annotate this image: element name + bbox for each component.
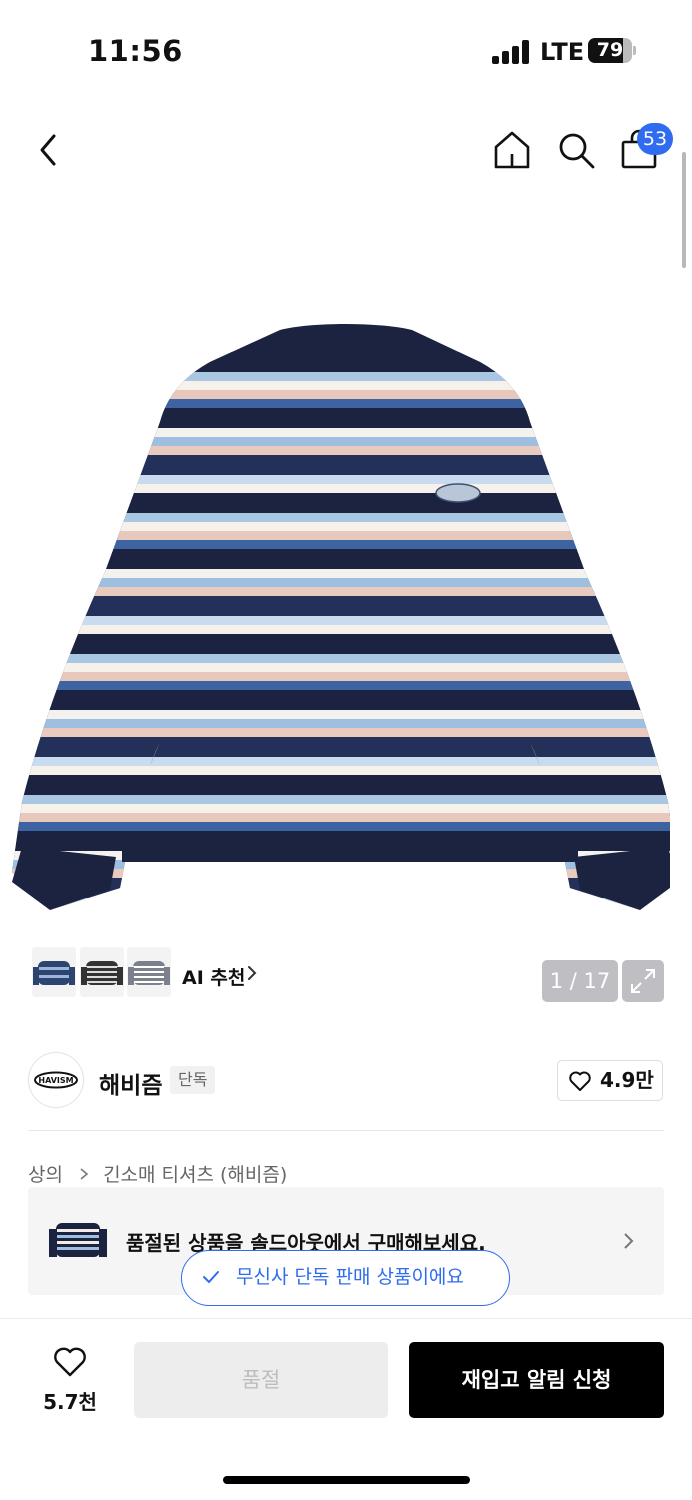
sweater-stripe bbox=[12, 549, 670, 569]
sweater-stripe bbox=[12, 813, 670, 822]
sweater-stripe bbox=[12, 690, 670, 710]
sweater-stripe bbox=[12, 795, 670, 804]
logo-patch bbox=[435, 483, 481, 503]
chevron-right-icon bbox=[248, 966, 257, 980]
sweater-stripe bbox=[12, 587, 670, 596]
sweater-stripe bbox=[12, 907, 670, 910]
breadcrumb-item[interactable]: 긴소매 티셔츠 (해비즘) bbox=[103, 1164, 287, 1186]
back-button[interactable] bbox=[30, 128, 70, 172]
sweater-stripe bbox=[12, 681, 670, 690]
sweater-stripe bbox=[12, 540, 670, 549]
sweater-stripe bbox=[12, 625, 670, 634]
home-icon bbox=[494, 131, 530, 169]
heart-icon bbox=[569, 1071, 591, 1091]
sweater-stripe bbox=[12, 428, 670, 437]
battery-icon: 79 bbox=[588, 38, 632, 63]
sweater-stripe bbox=[12, 399, 670, 408]
home-indicator bbox=[223, 1476, 470, 1484]
battery-level: 79 bbox=[596, 39, 624, 61]
wishlist-count: 5.7천 bbox=[43, 1390, 97, 1414]
sweater-stripe bbox=[12, 455, 670, 475]
sweater-stripe bbox=[12, 775, 670, 795]
sweater-stripe bbox=[12, 446, 670, 455]
sweater-stripe bbox=[12, 757, 670, 766]
sweater-stripe bbox=[12, 634, 670, 654]
restock-alert-button[interactable]: 재입고 알림 신청 bbox=[409, 1342, 664, 1418]
cart-count-badge: 53 bbox=[637, 123, 673, 155]
sweater-stripe bbox=[12, 766, 670, 775]
soldout-product-thumb bbox=[49, 1223, 107, 1257]
sweater-stripe bbox=[12, 437, 670, 446]
sweater-stripe bbox=[12, 719, 670, 728]
expand-icon bbox=[631, 969, 655, 993]
sweater-stripe bbox=[12, 898, 670, 907]
wishlist-button[interactable] bbox=[52, 1346, 88, 1378]
sweater-stripe bbox=[12, 672, 670, 681]
sweater-stripe bbox=[12, 663, 670, 672]
expand-image-button[interactable] bbox=[622, 960, 664, 1002]
check-icon bbox=[203, 1271, 219, 1283]
sweater-stripe bbox=[12, 616, 670, 625]
sweater-stripe bbox=[12, 596, 670, 616]
heart-icon bbox=[54, 1347, 86, 1377]
brand-like-count: 4.9만 bbox=[600, 1068, 654, 1092]
brand-logo[interactable]: HAVISM bbox=[28, 1052, 84, 1108]
ai-recommend-label[interactable]: AI 추천 bbox=[182, 963, 245, 990]
chevron-right-icon bbox=[80, 1167, 89, 1180]
sweater-stripe bbox=[12, 569, 670, 578]
exclusive-badge: 단독 bbox=[170, 1066, 216, 1094]
chevron-left-icon bbox=[40, 134, 56, 166]
recommend-thumb[interactable] bbox=[127, 947, 171, 997]
svg-text:HAVISM: HAVISM bbox=[38, 1076, 73, 1085]
sweater-stripe bbox=[12, 390, 670, 399]
sweater-stripe bbox=[12, 381, 670, 390]
recommend-thumb[interactable] bbox=[32, 947, 76, 997]
sweater-stripe bbox=[12, 728, 670, 737]
sweater-stripe bbox=[12, 484, 670, 493]
brand-name[interactable]: 해비즘 bbox=[99, 1066, 162, 1100]
brand-like-button[interactable]: 4.9만 bbox=[557, 1060, 663, 1101]
signal-icon bbox=[492, 40, 532, 64]
breadcrumb: 상의 긴소매 티셔츠 (해비즘) bbox=[28, 1160, 287, 1187]
search-button[interactable] bbox=[554, 128, 598, 172]
exclusive-sale-chip: 무신사 단독 판매 상품이에요 bbox=[181, 1250, 510, 1306]
sweater-stripe bbox=[12, 654, 670, 663]
status-time: 11:56 bbox=[88, 34, 183, 68]
product-image[interactable] bbox=[10, 322, 670, 912]
sweater-stripe bbox=[12, 737, 670, 757]
sweater-stripe bbox=[12, 372, 670, 381]
sweater-stripe bbox=[12, 804, 670, 813]
sweater-stripe bbox=[12, 578, 670, 587]
soldout-button: 품절 bbox=[134, 1342, 388, 1418]
sweater-stripe bbox=[12, 408, 670, 428]
scrollbar[interactable] bbox=[682, 152, 686, 268]
search-icon bbox=[559, 133, 595, 169]
bottom-bar-divider bbox=[0, 1318, 692, 1319]
image-page-counter: 1 / 17 bbox=[542, 960, 618, 1002]
chevron-right-icon bbox=[624, 1233, 634, 1249]
sweater-stripe bbox=[12, 710, 670, 719]
sweater-stripe bbox=[12, 475, 670, 484]
sweater-stripe bbox=[12, 493, 670, 513]
breadcrumb-item[interactable]: 상의 bbox=[28, 1164, 63, 1186]
sweater-stripe bbox=[12, 522, 670, 531]
divider bbox=[28, 1130, 664, 1131]
network-type: LTE bbox=[540, 38, 585, 66]
recommend-thumb[interactable] bbox=[80, 947, 124, 997]
status-bar: 11:56 LTE 79 bbox=[0, 0, 692, 100]
sweater-stripe bbox=[12, 822, 670, 831]
home-button[interactable] bbox=[490, 128, 534, 172]
sweater-stripe bbox=[12, 531, 670, 540]
sweater-stripe bbox=[12, 513, 670, 522]
